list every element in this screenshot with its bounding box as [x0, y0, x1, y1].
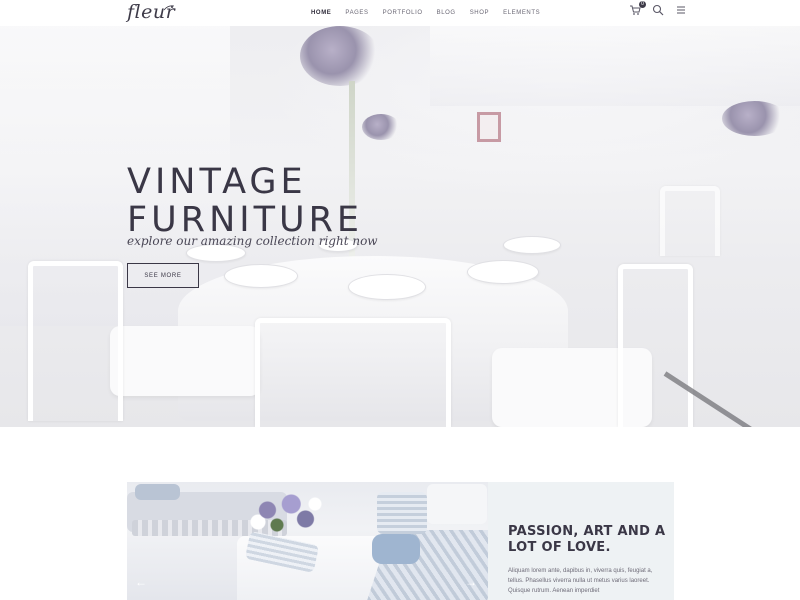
plate	[224, 264, 298, 288]
pillow	[427, 484, 487, 524]
arrow-right-icon[interactable]: →	[465, 575, 477, 589]
header-icons: 0	[629, 1, 689, 17]
hero-section: VINTAGE FURNITURE explore our amazing co…	[0, 26, 800, 427]
menu-icon[interactable]	[675, 3, 689, 17]
chair-front	[255, 318, 451, 427]
logo-leaf-icon	[163, 3, 175, 13]
arrow-left-icon[interactable]: ←	[135, 575, 147, 589]
cart-icon[interactable]: 0	[629, 1, 646, 17]
chair-left	[28, 261, 123, 421]
see-more-button[interactable]: SEE MORE	[127, 263, 199, 288]
drape-top	[430, 26, 800, 106]
chevron-down-icon[interactable]	[394, 424, 406, 427]
centerpiece-flowers	[300, 26, 380, 86]
flowers-mid	[362, 114, 400, 140]
feature-panel: PASSION, ART AND A LOT OF LOVE. Aliquam …	[488, 482, 674, 600]
hero-subtitle: explore our amazing collection right now	[127, 234, 378, 248]
site-header: fleur HOME PAGES PORTFOLIO BLOG SHOP ELE…	[0, 0, 800, 26]
cart-count-badge: 0	[639, 1, 646, 8]
chair-back	[660, 186, 720, 256]
main-nav: HOME PAGES PORTFOLIO BLOG SHOP ELEMENTS	[304, 0, 547, 26]
nav-item-portfolio[interactable]: PORTFOLIO	[376, 10, 430, 16]
nav-item-pages[interactable]: PAGES	[338, 10, 375, 16]
chair-seat-left	[110, 326, 260, 396]
hero-title-line1: VINTAGE	[127, 162, 307, 202]
pillow	[377, 492, 427, 534]
search-icon[interactable]	[652, 3, 666, 17]
plate	[467, 260, 539, 284]
nav-item-elements[interactable]: ELEMENTS	[496, 10, 547, 16]
nav-item-home[interactable]: HOME	[304, 10, 338, 16]
feature-text: Aliquam lorem ante, dapibus in, viverra …	[508, 568, 653, 594]
page: fleur HOME PAGES PORTFOLIO BLOG SHOP ELE…	[0, 0, 800, 600]
nav-item-shop[interactable]: SHOP	[463, 10, 496, 16]
pillow	[135, 484, 180, 500]
feature-image-slider: ← →	[127, 482, 488, 600]
pillow	[372, 534, 420, 564]
plate	[503, 236, 561, 254]
flower-bouquet	[239, 486, 334, 546]
feature-title: PASSION, ART AND A LOT OF LOVE.	[508, 524, 666, 555]
hero-title: VINTAGE FURNITURE	[127, 163, 363, 239]
plate	[348, 274, 426, 300]
wall-frame	[477, 112, 501, 142]
chair-right	[618, 264, 693, 427]
nav-item-blog[interactable]: BLOG	[430, 10, 463, 16]
flowers-right	[722, 101, 787, 136]
